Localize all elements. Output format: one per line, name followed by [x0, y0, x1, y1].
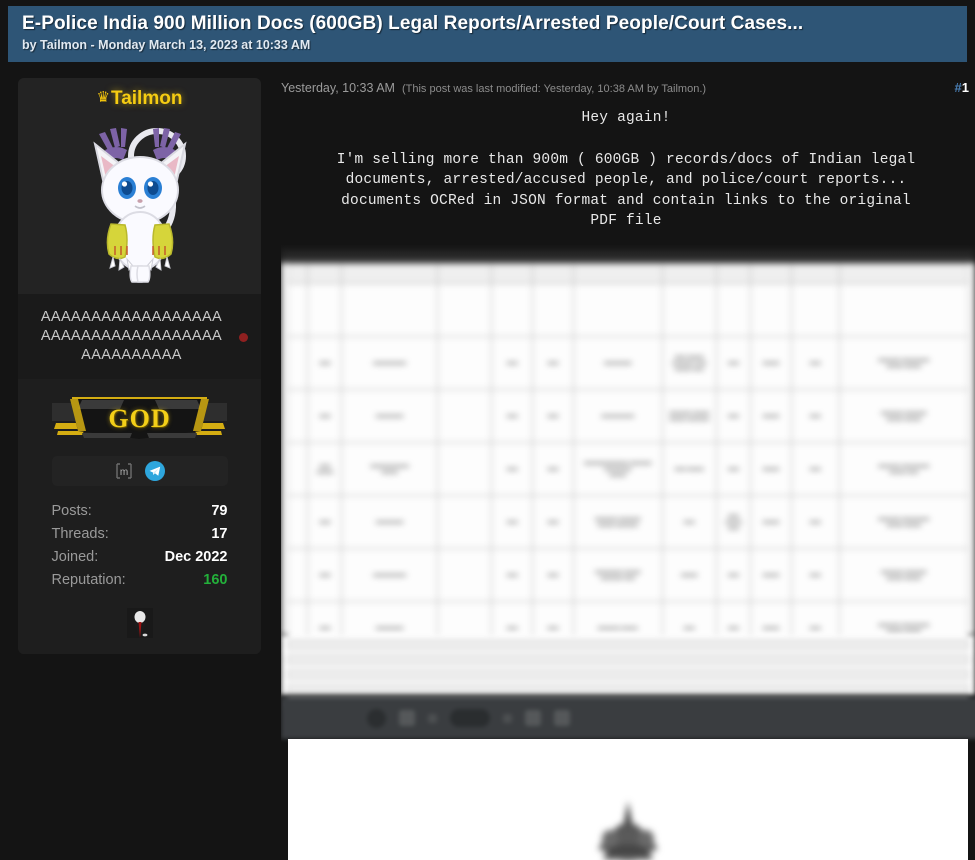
tailmon-cat-avatar: [92, 128, 187, 283]
stat-value: 79: [211, 503, 228, 519]
toolbar-zoom-level[interactable]: [450, 709, 490, 727]
profile-avatar[interactable]: [18, 112, 261, 294]
profile-stats: Posts: 79 Threads: 17 Joined: Dec 2022 R…: [52, 500, 228, 592]
pdf-viewer-toolbar[interactable]: [281, 697, 975, 739]
thread-title: E-Police India 900 Million Docs (600GB) …: [22, 13, 804, 34]
toolbar-page-field[interactable]: [399, 710, 415, 726]
post-container: Yesterday, 10:33 AM (This post was last …: [277, 76, 975, 232]
stat-label: Joined:: [51, 549, 99, 565]
forum-thread-page: E-Police India 900 Million Docs (600GB) …: [0, 0, 975, 860]
stat-value: 17: [211, 526, 228, 542]
telegram-icon[interactable]: [144, 461, 165, 481]
post-edited-note: (This post was last modified: Yesterday,…: [401, 83, 707, 95]
toolbar-prev-icon[interactable]: [367, 708, 386, 728]
post-body: Hey again! I'm selling more than 900m ( …: [277, 108, 975, 232]
profile-usertitle-row: AAAAAAAAAAAAAAAAAAAAAAAAAAAAAAAAAAAAAAAA…: [18, 294, 261, 379]
stat-label: Posts:: [51, 503, 92, 519]
post-meta: Yesterday, 10:33 AM (This post was last …: [277, 76, 975, 95]
government-emblem-icon: [598, 801, 658, 860]
contact-links: m: [51, 456, 228, 486]
stat-row-threads: Threads: 17: [52, 523, 228, 546]
crown-icon: ♛: [96, 89, 110, 106]
post-greeting: Hey again!: [581, 110, 671, 126]
svg-text:m: m: [119, 467, 127, 478]
author-profile-card: ♛Tailmon AAAAAAAAAAAAAAAAAAAAAAAAAAAAAAA…: [18, 78, 261, 654]
rank-label: GOD: [108, 404, 171, 433]
blurred-records-table: ▬▬ ▬▬▬▬▬▬ ▬▬ ▬▬ ▬▬▬▬▬ ▬▬ ▬▬▬ ▬▬▬▬ ▬▬ ▬▬▬ ▬▬ ▬▬…: [281, 245, 975, 655]
toolbar-zoom-out-icon[interactable]: [428, 713, 437, 723]
stat-row-reputation: Reputation: 160: [52, 569, 228, 592]
stat-label: Reputation:: [51, 572, 126, 588]
table-row: [286, 283, 970, 337]
table-row: [286, 263, 970, 284]
stat-label: Threads:: [51, 526, 109, 542]
stat-value: Dec 2022: [164, 549, 228, 565]
table-row: ▬▬ ▬▬▬▬▬ ▬▬ ▬▬ ▬▬▬▬ ▬▬▬▬ ▬▬▬ ▬▬▬▬ ▬▬ ▬▬ ▬▬▬ ▬▬ ▬…: [286, 495, 970, 549]
post-body-line-2: documents, arrested/accused people, and …: [345, 172, 907, 188]
profile-username[interactable]: Tailmon: [111, 88, 182, 109]
status-badge: [239, 332, 248, 342]
table-row: ▬▬ ▬▬▬▬▬▬ ▬▬ ▬▬ ▬▬▬▬▬ ▬▬▬ ▬▬▬▬ ▬▬ ▬▬▬ ▬▬ ▬▬▬ ▬▬…: [286, 548, 970, 602]
toolbar-zoom-in-icon[interactable]: [503, 713, 512, 723]
post-number-value: 1: [961, 80, 969, 95]
records-table: ▬▬ ▬▬▬▬▬▬ ▬▬ ▬▬ ▬▬▬▬▬ ▬▬ ▬▬▬ ▬▬▬▬ ▬▬ ▬▬▬ ▬▬ ▬▬…: [286, 263, 970, 655]
thread-header: E-Police India 900 Million Docs (600GB) …: [8, 6, 967, 62]
pdf-page-preview: [288, 739, 968, 860]
post-body-line-1: I'm selling more than 900m ( 600GB ) rec…: [336, 151, 916, 168]
profile-details: GOD m Posts: 79 Threads: 17 Joined: Dec …: [18, 379, 261, 654]
thread-byline: by Tailmon - Monday March 13, 2023 at 10…: [22, 38, 311, 52]
stat-row-joined: Joined: Dec 2022: [52, 546, 228, 569]
post-date: Yesterday, 10:33 AM: [281, 81, 395, 95]
matrix-icon[interactable]: m: [115, 462, 133, 480]
post-number[interactable]: #1: [955, 80, 969, 95]
table-row: ▬▬ ▬▬▬▬▬▬ ▬▬ ▬▬ ▬▬▬▬▬ ▬▬ ▬▬▬ ▬▬▬▬ ▬▬ ▬▬▬ ▬▬ ▬▬…: [286, 336, 970, 390]
blurred-table-continuation: [281, 635, 975, 710]
toolbar-download-icon[interactable]: [554, 710, 570, 726]
profile-usertitle: AAAAAAAAAAAAAAAAAAAAAAAAAAAAAAAAAAAAAAAA…: [40, 309, 223, 363]
stat-row-posts: Posts: 79: [52, 500, 228, 523]
profile-username-row: ♛Tailmon: [18, 78, 261, 112]
post-number-hash: #: [954, 80, 962, 95]
user-badge-icon: [126, 608, 153, 638]
table-header-strip: [281, 245, 975, 263]
stat-value-reputation[interactable]: 160: [203, 569, 227, 592]
table-row: ▬▬ ▬▬▬▬▬ ▬▬ ▬▬ ▬▬▬▬▬▬ ▬▬▬▬ ▬▬▬ ▬▬▬ ▬▬▬▬ ▬▬ ▬▬▬…: [286, 389, 970, 443]
post-body-line-3: documents OCRed in JSON format and conta…: [341, 192, 911, 209]
post-attachment-image[interactable]: ▬▬ ▬▬▬▬▬▬ ▬▬ ▬▬ ▬▬▬▬▬ ▬▬ ▬▬▬ ▬▬▬▬ ▬▬ ▬▬▬ ▬▬ ▬▬…: [281, 245, 975, 860]
table-row: ▬▬ ▬▬▬ ▬▬▬▬▬▬▬ ▬▬▬ ▬▬ ▬▬ ▬▬▬▬▬▬▬▬ ▬▬▬▬ ▬▬▬▬▬…: [286, 442, 970, 496]
rank-banner: GOD: [52, 395, 227, 442]
post-body-line-4: PDF file: [590, 213, 662, 229]
toolbar-print-icon[interactable]: [525, 710, 541, 726]
